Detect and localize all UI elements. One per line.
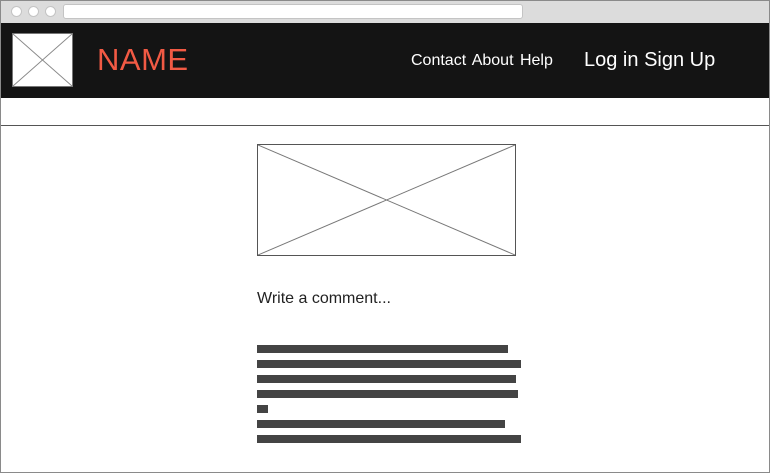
- browser-chrome: [1, 1, 769, 23]
- logo-placeholder-icon[interactable]: [12, 33, 73, 87]
- login-link[interactable]: Log in: [584, 49, 639, 71]
- nav-link-about[interactable]: About: [472, 52, 514, 69]
- text-line: [257, 435, 521, 443]
- address-bar[interactable]: [63, 4, 523, 19]
- text-line: [257, 405, 268, 413]
- sub-navigation-bar: [1, 98, 769, 126]
- window-dot-2[interactable]: [28, 6, 39, 17]
- signup-link[interactable]: Sign Up: [644, 49, 715, 71]
- text-line: [257, 390, 518, 398]
- brand-name[interactable]: NAME: [97, 42, 189, 78]
- browser-window: NAME Contact About Help Log in Sign Up W…: [0, 0, 770, 473]
- window-dot-3[interactable]: [45, 6, 56, 17]
- text-line: [257, 420, 505, 428]
- nav-link-help[interactable]: Help: [520, 52, 553, 69]
- text-line: [257, 360, 521, 368]
- text-line: [257, 345, 508, 353]
- nav-link-contact[interactable]: Contact: [411, 52, 466, 69]
- auth-links: Log in Sign Up: [584, 49, 715, 72]
- image-placeholder-icon: [257, 144, 516, 256]
- site-header: NAME Contact About Help Log in Sign Up: [1, 23, 769, 98]
- comment-input[interactable]: Write a comment...: [257, 290, 391, 308]
- nav-links: Contact About Help: [411, 52, 555, 70]
- text-line: [257, 375, 516, 383]
- window-dot-1[interactable]: [11, 6, 22, 17]
